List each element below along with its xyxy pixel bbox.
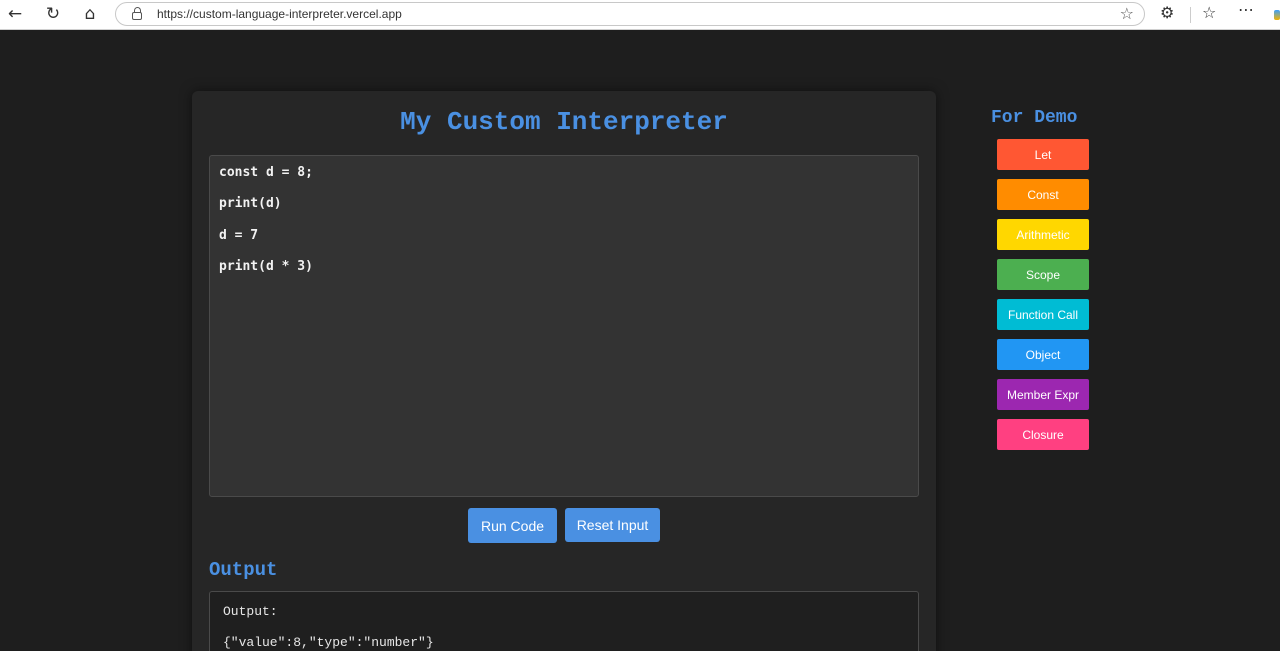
demo-title: For Demo xyxy=(991,108,1078,128)
toolbar-divider xyxy=(1190,7,1191,23)
reload-icon[interactable]: ↻ xyxy=(41,3,65,25)
demo-let-button[interactable]: Let xyxy=(997,139,1089,170)
url-text: https://custom-language-interpreter.verc… xyxy=(157,7,402,21)
page-title: My Custom Interpreter xyxy=(400,107,728,137)
demo-object-button[interactable]: Object xyxy=(997,339,1089,370)
output-line: {"value":8,"type":"number"} xyxy=(223,635,434,650)
code-line: print(d) xyxy=(219,196,282,211)
code-line: d = 7 xyxy=(219,228,259,243)
star-icon[interactable]: ☆ xyxy=(1120,4,1134,23)
extensions-icon[interactable]: ⚙ xyxy=(1160,3,1174,22)
run-code-button[interactable]: Run Code xyxy=(468,508,557,543)
demo-function-call-button[interactable]: Function Call xyxy=(997,299,1089,330)
more-menu-icon[interactable]: ⋯ xyxy=(1238,0,1254,19)
address-bar[interactable]: https://custom-language-interpreter.verc… xyxy=(115,2,1145,26)
reset-input-button[interactable]: Reset Input xyxy=(565,508,660,542)
output-box: Output: {"value":8,"type":"number"} xyxy=(209,591,919,651)
favorites-icon[interactable]: ☆ xyxy=(1202,3,1216,22)
code-line: print(d * 3) xyxy=(219,259,313,274)
interpreter-panel: My Custom Interpreter const d = 8; print… xyxy=(192,91,936,651)
demo-arithmetic-button[interactable]: Arithmetic xyxy=(997,219,1089,250)
demo-const-button[interactable]: Const xyxy=(997,179,1089,210)
code-editor[interactable]: const d = 8; print(d) d = 7 print(d * 3) xyxy=(209,155,919,497)
demo-member-expr-button[interactable]: Member Expr xyxy=(997,379,1089,410)
browser-toolbar: ← ↻ ⌂ https://custom-language-interprete… xyxy=(0,0,1280,30)
profile-icon[interactable] xyxy=(1274,10,1280,20)
code-line: const d = 8; xyxy=(219,165,313,180)
demo-scope-button[interactable]: Scope xyxy=(997,259,1089,290)
output-heading: Output xyxy=(209,559,278,581)
lock-icon xyxy=(132,7,142,20)
arrow-left-icon[interactable]: ← xyxy=(3,3,27,25)
demo-closure-button[interactable]: Closure xyxy=(997,419,1089,450)
output-line: Output: xyxy=(223,604,278,619)
home-icon[interactable]: ⌂ xyxy=(78,3,102,25)
